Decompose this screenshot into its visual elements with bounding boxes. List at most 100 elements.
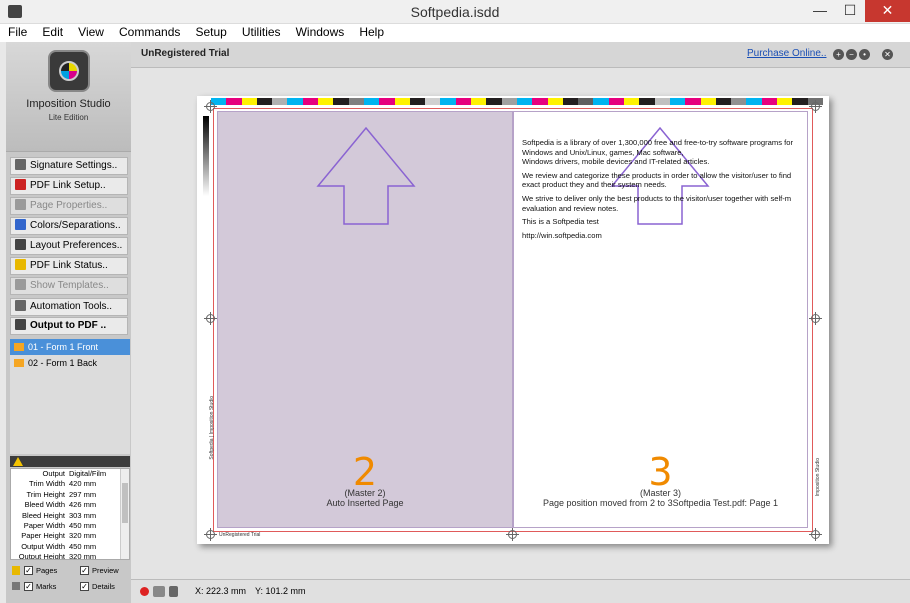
menu-utilities[interactable]: Utilities <box>238 24 285 40</box>
pointer-tool-icon[interactable] <box>153 586 165 597</box>
sidebar-button-1[interactable]: PDF Link Setup.. <box>10 177 128 195</box>
color-patch <box>409 98 426 105</box>
color-bar <box>211 98 823 105</box>
checkbox-marks[interactable]: ✓ Marks <box>24 582 56 591</box>
sidebar-button-label: Signature Settings.. <box>30 160 118 171</box>
sidebar-button-7[interactable]: Automation Tools.. <box>10 298 128 316</box>
color-patch <box>226 98 242 105</box>
color-patch <box>593 98 609 105</box>
form-icon <box>14 359 24 367</box>
property-row: Output Height 320 mm <box>18 552 97 560</box>
sidebar-button-8[interactable]: Output to PDF .. <box>10 317 128 335</box>
menu-windows[interactable]: Windows <box>292 24 349 40</box>
menu-commands[interactable]: Commands <box>115 24 184 40</box>
logo-area: Imposition Studio Lite Edition <box>6 42 131 152</box>
pdf-icon <box>15 179 26 190</box>
color-patch <box>547 98 563 105</box>
page-text-line: Windows drivers, mobile devices and IT-r… <box>522 157 710 167</box>
sidebar-button-5[interactable]: PDF Link Status.. <box>10 257 128 275</box>
page-text-line: We strive to deliver only the best produ… <box>522 193 792 203</box>
logo-title: Imposition Studio <box>26 98 111 110</box>
checkbox-preview[interactable]: ✓ Preview <box>80 566 119 575</box>
purchase-link[interactable]: Purchase Online.. <box>747 48 827 59</box>
sidebar-button-0[interactable]: Signature Settings.. <box>10 157 128 175</box>
sidebar-button-label: PDF Link Setup.. <box>30 180 106 191</box>
form-list-item[interactable]: 01 - Form 1 Front <box>10 339 130 355</box>
registration-mark-icon <box>204 312 217 325</box>
properties-scrollbar[interactable] <box>120 469 129 559</box>
color-patch <box>394 98 410 105</box>
color-patch <box>746 98 762 105</box>
registration-mark-icon <box>204 100 217 113</box>
page-text-line: Softpedia is a library of over 1,300,000… <box>522 138 793 147</box>
sidebar-button-2[interactable]: Page Properties.. <box>10 197 128 215</box>
menu-view[interactable]: View <box>74 24 108 40</box>
warning-icon <box>15 259 26 270</box>
sidebar-button-6[interactable]: Show Templates.. <box>10 277 128 295</box>
color-patch <box>792 98 808 105</box>
menu-file[interactable]: File <box>4 24 31 40</box>
window-title: Softpedia.isdd <box>410 4 500 20</box>
move-tool-icon[interactable] <box>169 586 178 597</box>
property-row: Paper Height 320 mm <box>21 531 97 541</box>
color-patch <box>715 98 732 105</box>
close-button[interactable]: ✕ <box>865 0 910 22</box>
menu-help[interactable]: Help <box>355 24 388 40</box>
menu-edit[interactable]: Edit <box>38 24 67 40</box>
maximize-button[interactable]: ☐ <box>836 0 864 22</box>
color-patch <box>700 98 716 105</box>
color-patch <box>318 98 334 105</box>
app-logo-icon <box>48 50 90 92</box>
color-patch <box>501 98 517 105</box>
property-row: Trim Width 420 mm <box>29 479 97 489</box>
x-coordinate: X: 222.3 mm <box>195 586 247 596</box>
left-side-label: Softpedia | Imposition Studio <box>209 396 215 460</box>
property-row: Bleed Height 303 mm <box>22 510 97 520</box>
record-icon[interactable] <box>140 587 149 596</box>
layout-canvas[interactable]: 2 (Master 2) Auto Inserted Page Softpedi… <box>131 68 910 579</box>
color-patch <box>287 98 303 105</box>
warning-bar <box>10 456 130 467</box>
right-side-label: Imposition Studio <box>815 458 821 497</box>
registration-mark-icon <box>506 528 519 541</box>
sidebar-button-3[interactable]: Colors/Separations.. <box>10 217 128 235</box>
zoom-fit-icon[interactable]: • <box>859 49 870 60</box>
page-text-line: Windows and Unix/Linux, games, Mac softw… <box>522 147 684 157</box>
close-doc-icon[interactable]: ✕ <box>882 49 893 60</box>
sidebar-button-label: Automation Tools.. <box>30 301 113 312</box>
forms-list: 01 - Form 1 Front 02 - Form 1 Back <box>10 339 130 454</box>
minimize-button[interactable]: — <box>806 0 834 22</box>
property-row: Trim Height 297 mm <box>26 489 97 499</box>
sidebar-button-4[interactable]: Layout Preferences.. <box>10 237 128 255</box>
title-bar: Softpedia.isdd — ☐ ✕ <box>0 0 910 24</box>
color-patch <box>608 98 625 105</box>
checkbox-details[interactable]: ✓ Details <box>80 582 115 591</box>
page-3[interactable]: Softpedia is a library of over 1,300,000… <box>513 111 808 528</box>
sidebar-button-label: Output to PDF .. <box>30 320 107 331</box>
color-patch <box>440 98 456 105</box>
grid-icon <box>15 159 26 170</box>
registration-mark-icon <box>809 528 822 541</box>
color-patch <box>532 98 548 105</box>
unregistered-label: UnRegistered Trial <box>141 48 230 59</box>
registration-mark-icon <box>204 528 217 541</box>
checkbox-pages[interactable]: ✓ Pages <box>24 566 57 575</box>
color-patch <box>578 98 594 105</box>
page-icon <box>15 199 26 210</box>
color-patch <box>639 98 655 105</box>
templates-icon <box>15 279 26 290</box>
property-row: Paper Width 450 mm <box>23 520 97 530</box>
menu-setup[interactable]: Setup <box>191 24 230 40</box>
zoom-in-icon[interactable]: + <box>833 49 844 60</box>
grey-scale-bar <box>203 116 209 196</box>
zoom-out-icon[interactable]: − <box>846 49 857 60</box>
warning-icon <box>13 457 23 466</box>
page-text-line: http://win.softpedia.com <box>522 230 602 240</box>
color-patch <box>776 98 793 105</box>
form-list-item[interactable]: 02 - Form 1 Back <box>10 355 130 371</box>
page-text-line: We review and categorize these products … <box>522 170 792 180</box>
page-2[interactable]: 2 (Master 2) Auto Inserted Page <box>217 111 513 528</box>
sidebar-button-label: Show Templates.. <box>30 280 109 291</box>
automation-icon <box>15 300 26 311</box>
color-patch <box>302 98 319 105</box>
